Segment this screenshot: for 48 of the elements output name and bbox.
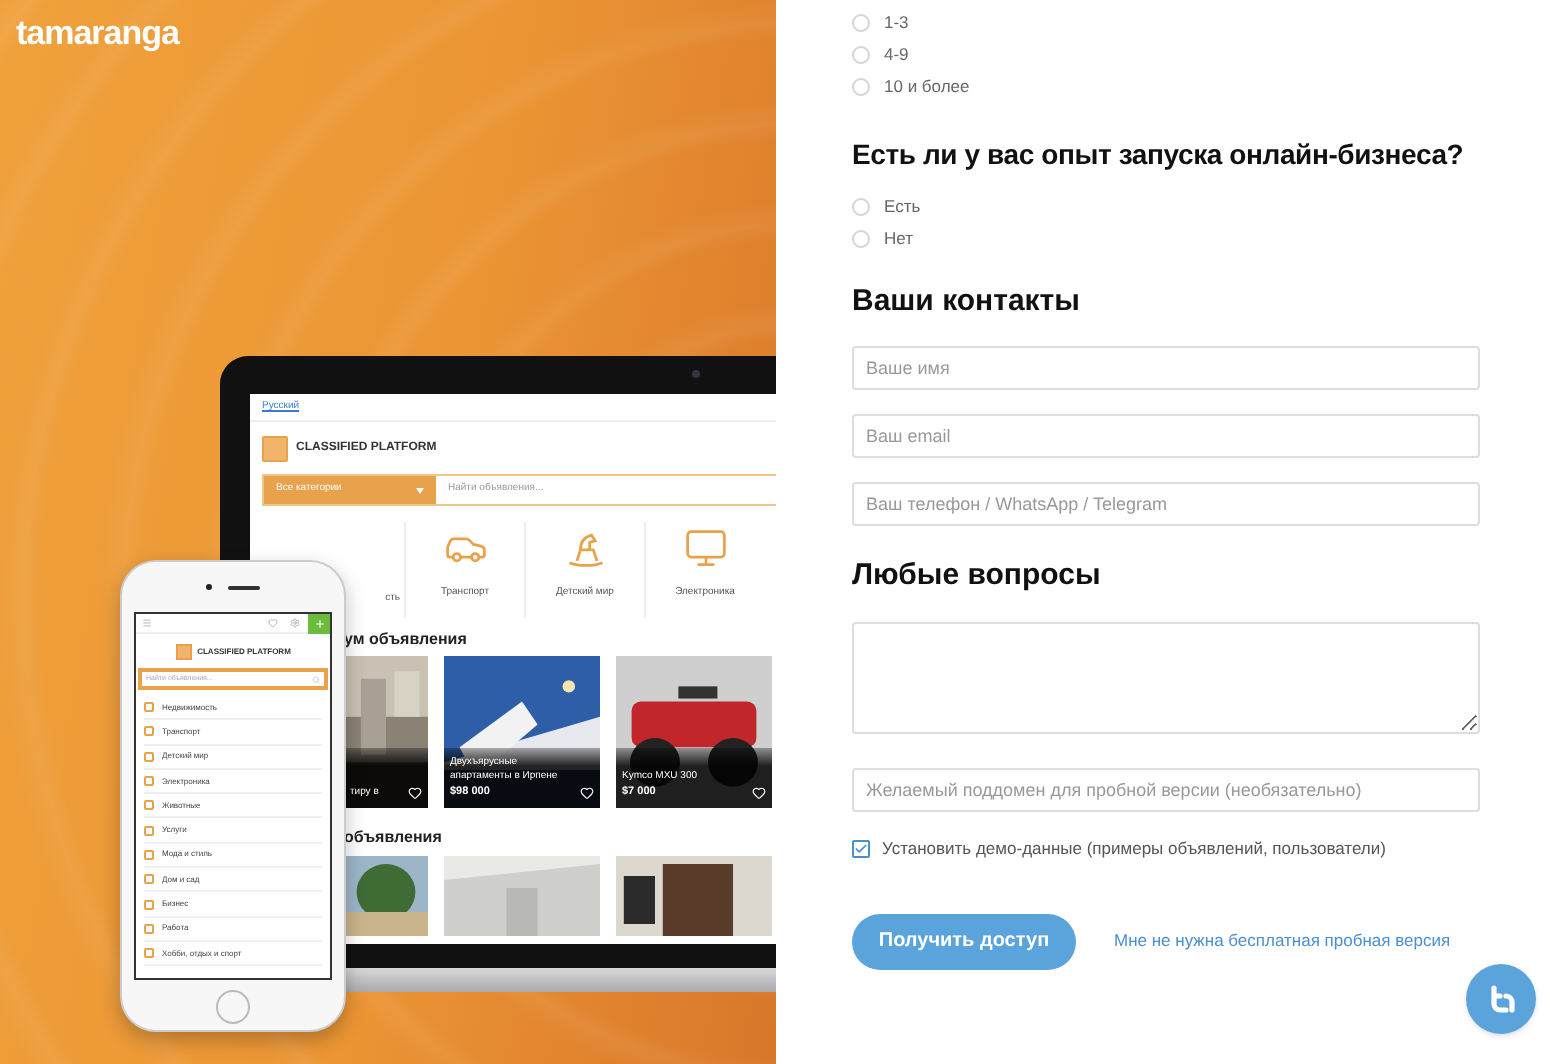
search-icon	[312, 675, 320, 683]
radio-button[interactable]	[852, 197, 870, 215]
category-icon	[144, 948, 154, 959]
questions-field[interactable]	[852, 622, 1480, 734]
platform-logo-icon	[262, 435, 288, 461]
monitor-icon	[683, 526, 727, 570]
category-icon	[144, 923, 154, 934]
radio-label: 4-9	[884, 41, 909, 67]
checkbox[interactable]	[852, 839, 870, 858]
caret-icon	[416, 487, 424, 493]
input-field[interactable]: Ваш email	[852, 414, 1480, 458]
category-icon	[144, 726, 154, 737]
category-icon	[144, 849, 154, 860]
checkbox-label: Установить демо-данные (примеры объявлений, пользователи)	[882, 836, 1386, 862]
category-icon	[144, 874, 154, 885]
category-icon	[144, 899, 154, 910]
check-icon	[854, 841, 868, 856]
input-field[interactable]: Ваше имя	[852, 346, 1480, 390]
radio-label: 10 и более	[884, 73, 970, 99]
camera-icon	[692, 370, 700, 378]
chat-logo-icon	[1485, 983, 1517, 1015]
category-icon	[144, 825, 154, 836]
section-heading: Ваши контакты	[852, 282, 1082, 322]
category-icon	[144, 751, 154, 762]
settings-icon[interactable]	[290, 618, 300, 628]
add-button[interactable]	[308, 614, 330, 633]
radio-label: Нет	[884, 225, 913, 251]
menu-icon[interactable]	[142, 618, 152, 628]
input-field[interactable]: Ваш телефон / WhatsApp / Telegram	[852, 482, 1480, 526]
category-icon	[144, 800, 154, 811]
category-icon	[144, 702, 154, 713]
section-heading: Любые вопросы	[852, 556, 1103, 596]
section-heading: ум объявления	[344, 628, 469, 652]
radio-button[interactable]	[852, 77, 870, 95]
section-heading: Есть ли у вас опыт запуска онлайн-бизнеса?	[852, 136, 1466, 174]
home-button-icon	[216, 990, 250, 1024]
radio-button[interactable]	[852, 229, 870, 247]
chat-button[interactable]	[1466, 964, 1536, 1034]
radio-button[interactable]	[852, 45, 870, 63]
subdomain-field[interactable]: Желаемый поддомен для пробной версии (необязательно)	[852, 768, 1480, 812]
plus-icon	[313, 617, 325, 629]
platform-logo-icon	[175, 643, 192, 659]
radio-button[interactable]	[852, 13, 870, 31]
section-heading: объявления	[344, 826, 444, 850]
category-icon	[144, 776, 154, 787]
phone-camera-icon	[206, 584, 212, 590]
radio-label: 1-3	[884, 9, 909, 35]
radio-label: Есть	[884, 193, 921, 219]
